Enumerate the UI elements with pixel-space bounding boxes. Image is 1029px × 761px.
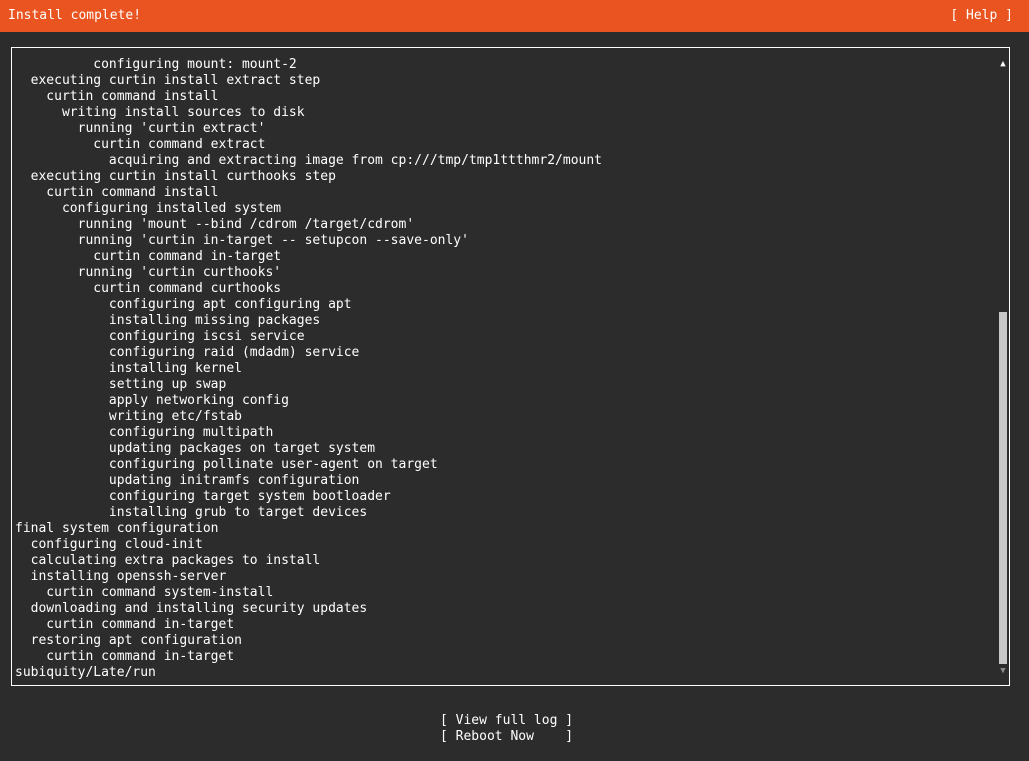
log-line: configuring raid (mdadm) service: [15, 345, 360, 360]
log-line: curtin command in-target: [15, 249, 282, 264]
log-line: executing curtin install extract step: [15, 73, 321, 88]
log-line: configuring target system bootloader: [15, 489, 391, 504]
log-line: downloading and installing security upda…: [15, 601, 368, 616]
reboot-now-button[interactable]: [ Reboot Now ]: [440, 729, 573, 745]
log-line: curtin command install: [15, 185, 219, 200]
header-bar: Install complete! [ Help ]: [0, 0, 1029, 32]
log-line: running 'mount --bind /cdrom /target/cdr…: [15, 217, 415, 232]
log-line: setting up swap: [15, 377, 227, 392]
log-line: configuring iscsi service: [15, 329, 305, 344]
log-line: configuring apt configuring apt: [15, 297, 352, 312]
log-line: updating initramfs configuration: [15, 473, 360, 488]
log-line: curtin command extract: [15, 137, 266, 152]
log-line: curtin command in-target: [15, 617, 235, 632]
log-line: final system configuration: [15, 521, 219, 536]
log-line: curtin command install: [15, 89, 219, 104]
log-line: configuring multipath: [15, 425, 274, 440]
scroll-up-icon[interactable]: ▲: [998, 58, 1008, 70]
log-line: configuring mount: mount-2: [15, 57, 297, 72]
log-line: updating packages on target system: [15, 441, 376, 456]
log-line: curtin command in-target: [15, 649, 235, 664]
log-line: running 'curtin in-target -- setupcon --…: [15, 233, 469, 248]
log-line: subiquity/Late/run: [15, 665, 156, 680]
log-scrollbar[interactable]: ▲ ▼: [998, 56, 1008, 678]
install-log-panel[interactable]: configuring mount: mount-2 executing cur…: [11, 47, 1010, 686]
log-line: running 'curtin extract': [15, 121, 266, 136]
log-line: configuring pollinate user-agent on targ…: [15, 457, 438, 472]
log-line: acquiring and extracting image from cp:/…: [15, 153, 602, 168]
help-button[interactable]: [ Help ]: [950, 8, 1013, 24]
log-line: restoring apt configuration: [15, 633, 242, 648]
scroll-down-icon[interactable]: ▼: [998, 665, 1008, 677]
log-lines: configuring mount: mount-2 executing cur…: [15, 57, 602, 681]
log-line: installing openssh-server: [15, 569, 227, 584]
page-title: Install complete!: [8, 8, 142, 23]
view-full-log-button[interactable]: [ View full log ]: [440, 713, 573, 729]
log-line: writing etc/fstab: [15, 409, 242, 424]
log-line: executing curtin install curthooks step: [15, 169, 336, 184]
log-line: installing grub to target devices: [15, 505, 368, 520]
log-line: calculating extra packages to install: [15, 553, 321, 568]
scroll-thumb[interactable]: [999, 312, 1007, 664]
log-line: configuring installed system: [15, 201, 282, 216]
log-line: apply networking config: [15, 393, 289, 408]
log-line: installing kernel: [15, 361, 242, 376]
log-line: installing missing packages: [15, 313, 321, 328]
log-line: curtin command curthooks: [15, 281, 282, 296]
log-line: configuring cloud-init: [15, 537, 203, 552]
log-line: curtin command system-install: [15, 585, 274, 600]
log-line: running 'curtin curthooks': [15, 265, 282, 280]
action-buttons: [ View full log ] [ Reboot Now ]: [440, 713, 573, 745]
log-line: writing install sources to disk: [15, 105, 305, 120]
